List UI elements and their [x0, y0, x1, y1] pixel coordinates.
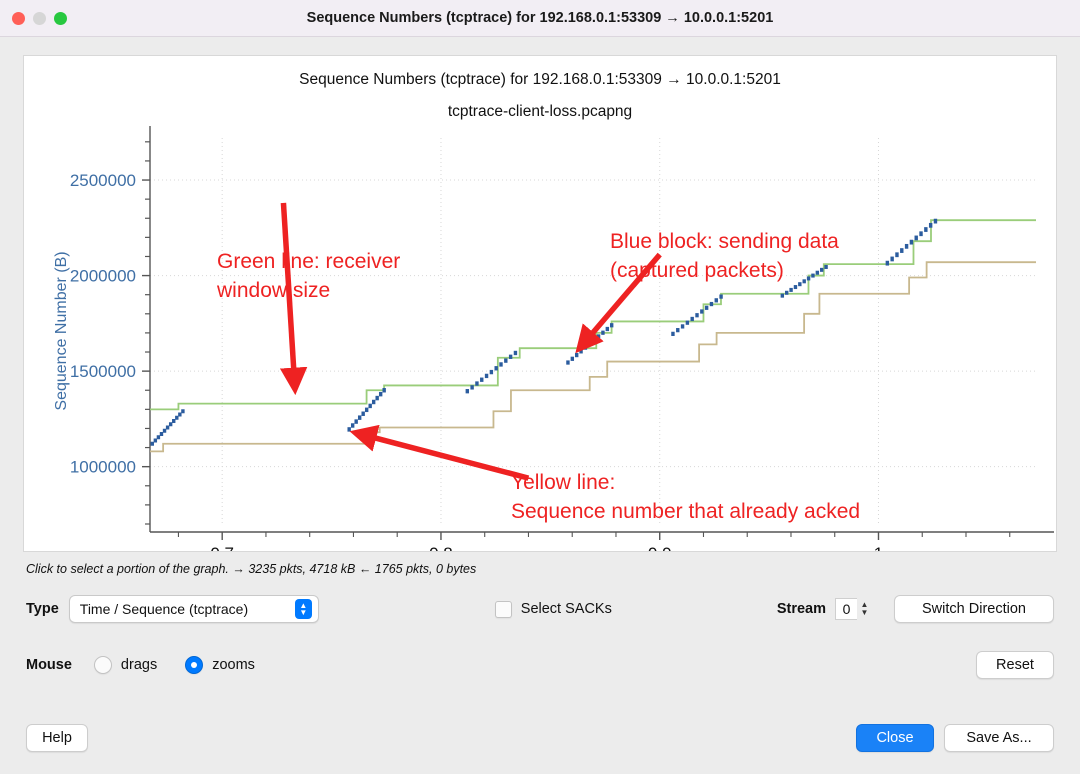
y-tick-label: 1500000 [70, 362, 136, 381]
y-axis-title: Sequence Number (B) [53, 251, 70, 410]
save-as-button[interactable]: Save As... [944, 724, 1054, 752]
switch-direction-button[interactable]: Switch Direction [894, 595, 1054, 623]
graph-type-value: Time / Sequence (tcptrace) [79, 601, 249, 617]
annotation-line: Yellow line: [511, 471, 615, 494]
plot-area: 10000001500000200000025000000.70.80.91Ti… [24, 56, 1056, 551]
window-title: Sequence Numbers (tcptrace) for 192.168.… [306, 10, 774, 26]
mouse-drags-radio[interactable] [93, 656, 112, 674]
stream-group: Stream 0 ▲ ▼ Switch Direction [777, 595, 1054, 623]
minimize-window-button[interactable] [33, 11, 46, 25]
mouse-drags-group[interactable]: drags [93, 656, 158, 674]
close-window-button[interactable] [12, 11, 25, 25]
x-tick-label: 0.8 [429, 544, 453, 551]
x-tick-label: 0.9 [648, 544, 672, 551]
window-traffic-lights [0, 11, 67, 25]
select-sacks-checkbox[interactable] [494, 600, 512, 618]
stream-label: Stream [776, 601, 826, 617]
mouse-zooms-radio[interactable] [185, 656, 204, 674]
packet-burst [566, 323, 614, 365]
y-tick-label: 2500000 [70, 171, 136, 190]
plot-svg: 10000001500000200000025000000.70.80.91Ti… [53, 126, 1054, 551]
controls-row-mouse: Mouse drags zooms Reset [26, 648, 1054, 682]
stream-stepper[interactable]: 0 ▲ ▼ [835, 598, 872, 620]
packet-burst [885, 218, 938, 266]
x-tick-label: 1 [874, 544, 883, 551]
close-button[interactable]: Close [856, 724, 934, 752]
y-tick-label: 1000000 [70, 458, 136, 477]
packet-burst [671, 294, 723, 336]
packet-burst [150, 409, 185, 446]
graph-status-hint: Click to select a portion of the graph. … [26, 562, 477, 576]
type-label: Type [26, 601, 59, 617]
stepper-arrows-icon[interactable]: ▲ ▼ [857, 598, 872, 620]
y-tick-label: 2000000 [70, 267, 136, 286]
mouse-zooms-group[interactable]: zooms [185, 656, 255, 674]
window-titlebar: Sequence Numbers (tcptrace) for 192.168.… [0, 0, 1080, 37]
tcp-stream-graph-window: Sequence Numbers (tcptrace) for 192.168.… [0, 0, 1080, 774]
dialog-footer: Help Close Save As... [0, 724, 1080, 774]
yellow-line-annotation: Yellow line: Sequence number that already… [349, 424, 860, 523]
mouse-drags-label: drags [120, 657, 158, 673]
mouse-label: Mouse [26, 657, 72, 673]
controls-row-primary: Type Time / Sequence (tcptrace) ▲ ▼ Selec… [26, 592, 1054, 626]
controls-panel: Type Time / Sequence (tcptrace) ▲ ▼ Selec… [0, 592, 1080, 682]
mouse-zooms-label: zooms [212, 657, 255, 673]
select-sacks-label: Select SACKs [520, 601, 612, 617]
packet-burst [465, 350, 518, 394]
zoom-window-button[interactable] [54, 11, 67, 25]
stream-value[interactable]: 0 [835, 598, 857, 620]
green-line-annotation: Green line: receiver window size [216, 202, 400, 396]
stepper-down-icon[interactable]: ▼ [861, 609, 869, 617]
x-tick-label: 0.7 [210, 544, 234, 551]
annotation-line: Blue block: sending data [610, 230, 839, 253]
packet-burst [780, 264, 828, 298]
graph-canvas[interactable]: Sequence Numbers (tcptrace) for 192.168.… [23, 55, 1057, 552]
help-button[interactable]: Help [26, 724, 88, 752]
annotation-line: Green line: receiver [217, 250, 400, 273]
annotation-line: Sequence number that already acked [511, 500, 860, 523]
annotation-line: window size [216, 279, 330, 302]
footer-right-buttons: Close Save As... [856, 724, 1054, 752]
graph-type-select[interactable]: Time / Sequence (tcptrace) ▲ ▼ [68, 595, 319, 623]
select-sacks-group[interactable]: Select SACKs [494, 600, 612, 618]
reset-button[interactable]: Reset [976, 651, 1054, 679]
chevron-updown-icon: ▲ ▼ [294, 599, 312, 619]
